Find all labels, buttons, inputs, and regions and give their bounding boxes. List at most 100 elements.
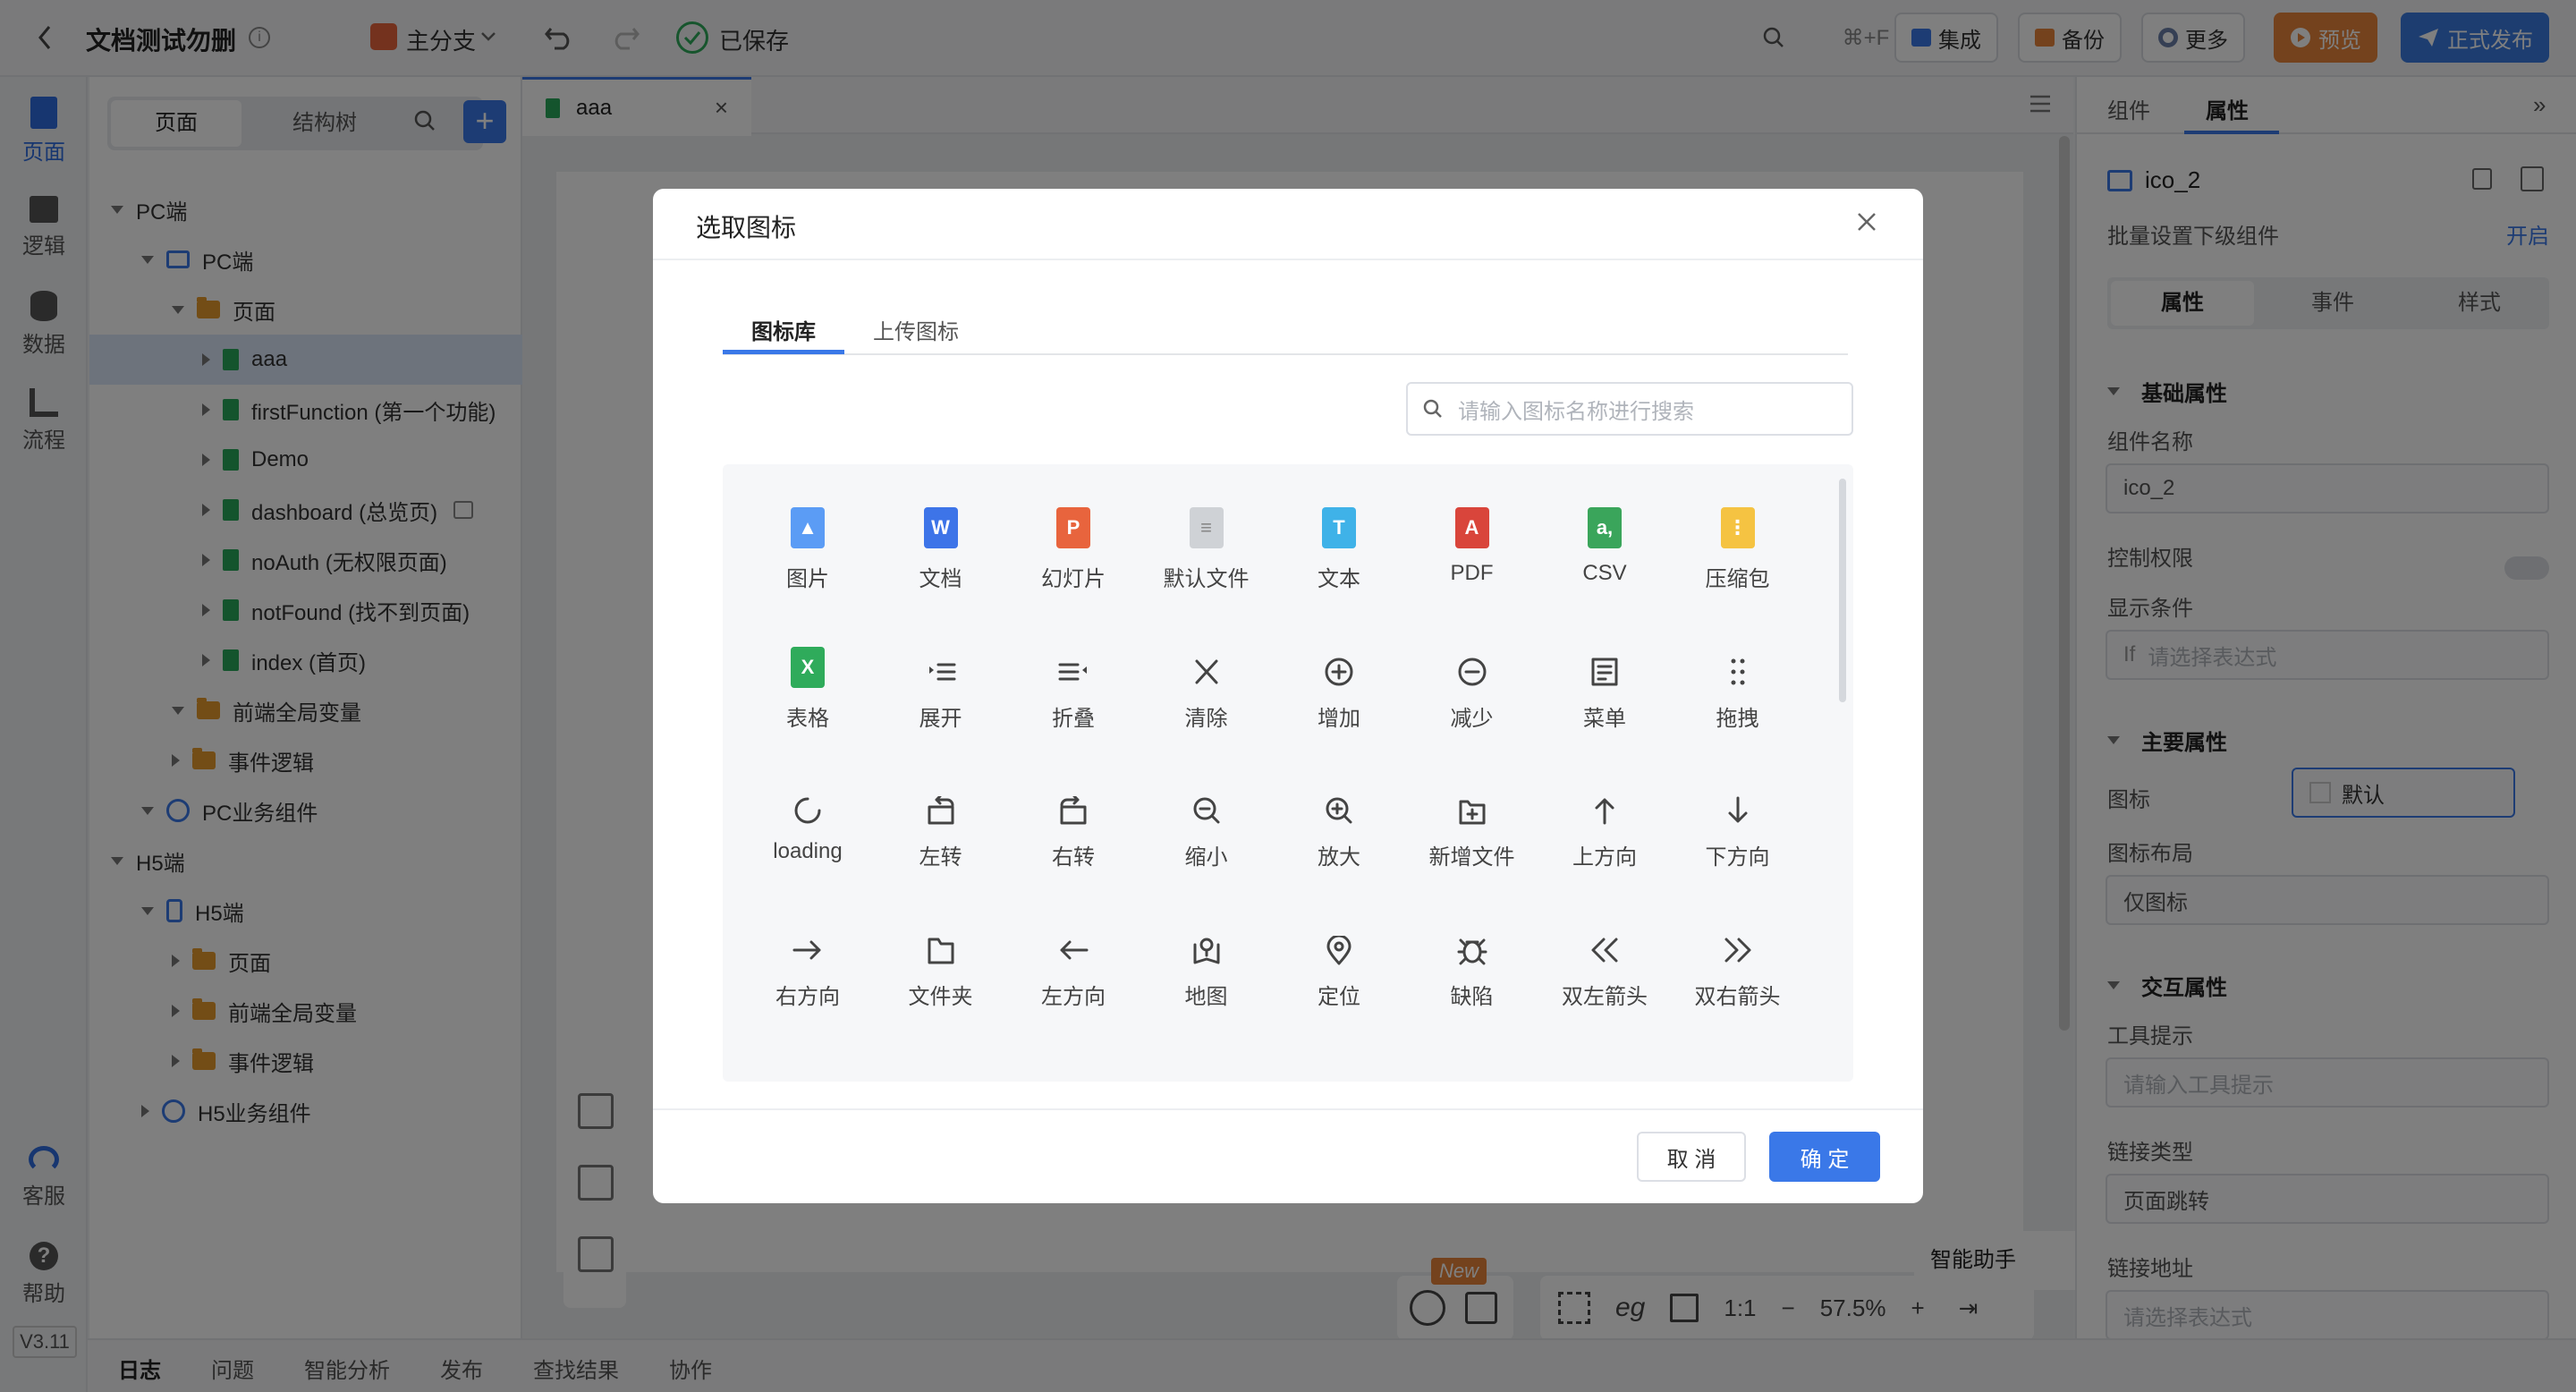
bug-icon — [1455, 904, 1489, 966]
icon-option[interactable]: 定位 — [1272, 882, 1406, 1022]
location-icon — [1322, 904, 1356, 966]
expand-icon — [924, 625, 958, 688]
icon-option[interactable]: 展开 — [874, 604, 1008, 743]
icon-option[interactable]: W 文档 — [874, 464, 1008, 604]
tab-active-indicator — [723, 350, 844, 354]
icon-option-label: 清除 — [1184, 706, 1228, 731]
icon-search-input[interactable]: 请输入图标名称进行搜索 — [1406, 382, 1853, 436]
icon-option[interactable]: P 幻灯片 — [1006, 464, 1140, 604]
search-icon — [1423, 399, 1442, 418]
icon-option[interactable]: ⋮ 压缩包 — [1671, 464, 1805, 604]
icon-grid-scrollbar[interactable] — [1839, 479, 1846, 702]
ok-button[interactable]: 确 定 — [1769, 1132, 1880, 1182]
collapse-icon — [1056, 625, 1090, 688]
icon-option[interactable]: T 文本 — [1272, 464, 1406, 604]
icon-option[interactable]: 左方向 — [1006, 882, 1140, 1022]
drag-icon — [1721, 625, 1755, 688]
icon-option-label: 拖拽 — [1716, 706, 1759, 731]
icon-option-label: 展开 — [919, 706, 962, 731]
ppt-file-icon: P — [1056, 486, 1090, 548]
arrow-right-icon — [791, 904, 825, 966]
icon-grid-inner: ▲ 图片 W 文档 P 幻灯片 ≡ 默认文件 T 文本 A PDF a, CSV ⋮ 压缩包 X 表格 展开 折叠 清除… — [723, 464, 1853, 1082]
icon-option-label: 增加 — [1318, 706, 1360, 731]
icon-option-label: 上方向 — [1572, 845, 1637, 870]
icon-option[interactable]: 菜单 — [1538, 604, 1672, 743]
rotate-left-icon — [924, 764, 958, 827]
icon-option-label: 幻灯片 — [1041, 567, 1106, 591]
default-file-icon: ≡ — [1189, 486, 1224, 548]
minus-circle-icon — [1455, 625, 1489, 688]
icon-option-label: 文件夹 — [908, 984, 973, 1009]
double-left-icon — [1588, 904, 1622, 966]
icon-option-label: 压缩包 — [1705, 567, 1770, 591]
icon-option[interactable]: 清除 — [1140, 604, 1274, 743]
icon-option[interactable]: 上方向 — [1538, 743, 1672, 882]
cancel-button[interactable]: 取 消 — [1637, 1132, 1746, 1182]
tab-upload-icon[interactable]: 上传图标 — [873, 314, 959, 345]
icon-option[interactable]: 减少 — [1405, 604, 1539, 743]
icon-option-label: CSV — [1582, 561, 1627, 585]
icon-option-label: 表格 — [786, 706, 829, 731]
icon-option[interactable]: 新增文件 — [1405, 743, 1539, 882]
icon-option-label: 左方向 — [1041, 984, 1106, 1009]
image-file-icon: ▲ — [791, 486, 825, 548]
icon-option-label: 菜单 — [1583, 706, 1626, 731]
icon-option[interactable]: 右转 — [1006, 743, 1140, 882]
icon-option-label: 双左箭头 — [1562, 984, 1648, 1009]
icon-option[interactable]: 右方向 — [741, 882, 875, 1022]
icon-option-label: 右转 — [1052, 845, 1095, 870]
icon-option[interactable]: 折叠 — [1006, 604, 1140, 743]
icon-option[interactable]: 双左箭头 — [1538, 882, 1672, 1022]
double-right-icon — [1721, 904, 1755, 966]
icon-option-label: 图片 — [786, 567, 829, 591]
close-icon[interactable] — [1855, 210, 1878, 233]
icon-option[interactable]: 文件夹 — [874, 882, 1008, 1022]
icon-option-label: 双右箭头 — [1694, 984, 1781, 1009]
icon-option[interactable]: ▲ 图片 — [741, 464, 875, 604]
plus-circle-icon — [1322, 625, 1356, 688]
icon-option[interactable]: 双右箭头 — [1671, 882, 1805, 1022]
icon-option-label: 定位 — [1318, 984, 1360, 1009]
icon-option[interactable]: 放大 — [1272, 743, 1406, 882]
icon-option-label: 默认文件 — [1163, 567, 1250, 591]
icon-option[interactable]: A PDF — [1405, 464, 1539, 604]
icon-option-label: 文本 — [1318, 567, 1360, 591]
icon-option[interactable]: 地图 — [1140, 882, 1274, 1022]
icon-option-label: 右方向 — [775, 984, 840, 1009]
icon-option-label: 放大 — [1318, 845, 1360, 870]
icon-option-label: 地图 — [1184, 984, 1228, 1009]
tab-icon-library[interactable]: 图标库 — [751, 314, 816, 345]
icon-option-label: 减少 — [1450, 706, 1494, 731]
text-file-icon: T — [1322, 486, 1356, 548]
dialog-title: 选取图标 — [696, 214, 797, 242]
excel-file-icon: X — [791, 625, 825, 688]
icon-option[interactable]: 左转 — [874, 743, 1008, 882]
dialog-footer-divider — [653, 1108, 1923, 1110]
zoom-out-icon — [1190, 764, 1224, 827]
icon-option[interactable]: X 表格 — [741, 604, 875, 743]
icon-option[interactable]: 增加 — [1272, 604, 1406, 743]
icon-option[interactable]: 拖拽 — [1671, 604, 1805, 743]
icon-option-label: 左转 — [919, 845, 962, 870]
word-file-icon: W — [923, 486, 958, 548]
loading-icon — [791, 764, 825, 827]
icon-option[interactable]: 缩小 — [1140, 743, 1274, 882]
dialog-header — [653, 189, 1923, 260]
icon-option[interactable]: ≡ 默认文件 — [1140, 464, 1274, 604]
folder-icon — [924, 904, 958, 966]
map-icon — [1190, 904, 1224, 966]
icon-option-label: loading — [773, 839, 843, 863]
icon-option[interactable]: loading — [741, 743, 875, 882]
csv-file-icon: a, — [1588, 486, 1622, 548]
icon-option[interactable]: 缺陷 — [1405, 882, 1539, 1022]
icon-option-label: 折叠 — [1052, 706, 1095, 731]
icon-picker-dialog: 选取图标 图标库 上传图标 请输入图标名称进行搜索 ▲ 图片 W 文档 P 幻灯片 ≡ 默认文… — [653, 189, 1923, 1203]
arrow-up-icon — [1588, 764, 1622, 827]
icon-option-label: 缺陷 — [1450, 984, 1494, 1009]
rotate-right-icon — [1056, 764, 1090, 827]
icon-grid: ▲ 图片 W 文档 P 幻灯片 ≡ 默认文件 T 文本 A PDF a, CSV ⋮ 压缩包 X 表格 展开 折叠 清除… — [723, 464, 1853, 1082]
icon-option[interactable]: 下方向 — [1671, 743, 1805, 882]
icon-option-label: PDF — [1450, 561, 1494, 585]
icon-option[interactable]: a, CSV — [1538, 464, 1672, 604]
menu-icon — [1588, 625, 1622, 688]
